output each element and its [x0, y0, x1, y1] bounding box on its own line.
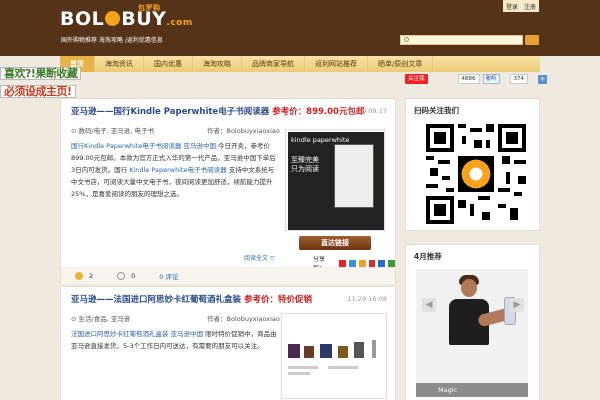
post-title[interactable]: 亚马逊——法国进口阿思妙卡红葡萄酒礼盒装 参考价：特价促销	[71, 293, 312, 305]
promo-bookmark[interactable]: 喜欢?!果断收藏	[0, 67, 82, 80]
comment-count: 0	[131, 272, 136, 280]
post-card: 亚马逊——法国进口阿思妙卡红葡萄酒礼盒装 参考价：特价促销 11-29 16:0…	[60, 286, 396, 400]
post-author: 作者：Bolobuyxiaoxiao	[207, 315, 280, 323]
read-more-link[interactable]: 阅读全文 ▽	[244, 253, 275, 262]
search-input[interactable]	[400, 35, 523, 45]
top-links: 登录 注册	[503, 0, 539, 12]
site-header: BOL BUY.com 包罗购 国外购物推荐 海淘攻略 /返利优惠信息 登录 注册	[0, 0, 600, 56]
qr-box-title: 扫码关注我们	[414, 106, 459, 115]
prev-arrow-icon[interactable]: ◀	[422, 298, 436, 312]
post-time: 11-29 16:08	[347, 295, 387, 303]
post-body: 法国进口阿思妙卡红葡萄酒礼盒装 亚马逊中国 限时特价促销中，商品由亚马逊直接发货…	[71, 330, 277, 350]
qq-follow-button[interactable]: 收听	[482, 74, 500, 84]
like-icon[interactable]	[75, 272, 83, 280]
main-column: 亚马逊——国行Kindle Paperwhite电子书阅读器 参考价：899.0…	[60, 98, 396, 400]
post-title[interactable]: 亚马逊——国行Kindle Paperwhite电子书阅读器 参考价：899.0…	[71, 105, 364, 117]
wine-products-image	[288, 340, 376, 375]
post-author: 作者：Bolobuyxiaoxiao	[207, 127, 280, 135]
post-card: 亚马逊——国行Kindle Paperwhite电子书阅读器 参考价：899.0…	[60, 98, 396, 284]
nav-item-domestic-deals[interactable]: 国内优惠	[144, 56, 193, 72]
weibo-follower-count: 4886	[457, 74, 480, 84]
plus-icon[interactable]: +	[538, 74, 548, 84]
follow-bar: 关注我 4886 收听 374 +	[405, 73, 548, 85]
store-link[interactable]: 亚马逊中国	[183, 142, 216, 150]
direct-link-button[interactable]: 直达链接	[299, 236, 371, 250]
more-share-icon[interactable]	[388, 259, 395, 267]
product-image[interactable]: kindle paperwhite 至臻完美 只为阅读	[285, 129, 385, 231]
promo-homepage[interactable]: 必须设成主页!	[0, 85, 76, 98]
nav-item-brands[interactable]: 品牌商家导航	[242, 56, 305, 72]
search-icon	[404, 37, 409, 42]
qq-follower-count: 374	[509, 74, 529, 84]
weibo-follow-button[interactable]: 关注我	[405, 74, 428, 84]
post-actions: 2 0 0 评论	[61, 267, 395, 284]
store-link[interactable]: 亚马逊中国	[171, 330, 204, 338]
nav-item-articles[interactable]: 晒单/原创文章	[368, 56, 434, 72]
slide-caption: Magic	[416, 383, 528, 397]
product-image[interactable]	[281, 313, 387, 399]
register-link[interactable]: 注册	[524, 2, 536, 11]
logo-cn: 包罗购	[138, 4, 161, 12]
logo-o-icon	[105, 11, 121, 26]
login-link[interactable]: 登录	[506, 2, 518, 11]
search-button[interactable]	[525, 35, 539, 45]
comments-link[interactable]: 0 评论	[159, 271, 178, 281]
nav-item-guides[interactable]: 海淘攻略	[193, 56, 242, 72]
site-slogan: 国外购物推荐 海淘攻略 /返利优惠信息	[61, 37, 163, 44]
next-arrow-icon[interactable]: ▶	[510, 298, 524, 312]
product-link[interactable]: 国行Kindle Paperwhite电子书阅读器	[71, 142, 181, 150]
douban-share-icon[interactable]	[368, 259, 376, 267]
main-nav: 首页 海淘资讯 国内优惠 海淘攻略 品牌商家导航 返利网站推荐 晒单/原创文章	[60, 56, 540, 72]
qr-box: 扫码关注我们	[405, 98, 540, 231]
kaixin-share-icon[interactable]	[378, 259, 386, 267]
featured-box: 4月推荐 Magic ◀ ▶	[405, 244, 540, 400]
featured-box-title: 4月推荐	[414, 252, 442, 261]
product-link-2[interactable]: Kindle Paperwhite电子书阅读器	[129, 166, 226, 174]
post-body: 国行Kindle Paperwhite电子书阅读器 亚马逊中国 今日开卖，参考价…	[71, 142, 276, 198]
nav-item-rebate-sites[interactable]: 返利网站推荐	[305, 56, 368, 72]
renren-share-icon[interactable]	[358, 259, 366, 267]
like-count: 2	[89, 272, 94, 280]
weibo-share-icon[interactable]	[339, 259, 347, 267]
site-logo[interactable]: BOL BUY.com 包罗购	[60, 4, 193, 30]
comment-icon[interactable]	[117, 272, 126, 280]
qzone-share-icon[interactable]	[349, 259, 356, 267]
product-link[interactable]: 法国进口阿思妙卡红葡萄酒礼盒装	[71, 330, 169, 338]
nav-item-haitao-news[interactable]: 海淘资讯	[95, 56, 144, 72]
promo-banner[interactable]: 喜欢?!果断收藏 必须设成主页!	[0, 66, 95, 100]
qr-code-icon	[426, 124, 526, 224]
kindle-screen	[334, 144, 374, 208]
post-time: 12-10 09:17	[347, 107, 387, 115]
featured-slide[interactable]: Magic	[416, 269, 528, 397]
